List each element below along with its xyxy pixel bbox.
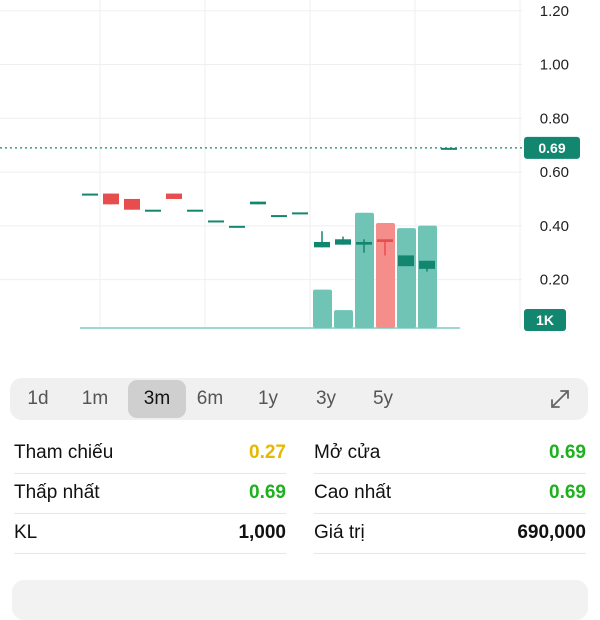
value-value: 690,000 bbox=[517, 522, 586, 543]
y-tick-label: 0.40 bbox=[540, 218, 569, 235]
candle-body bbox=[124, 198, 140, 210]
stat-row-value: Giá trị 690,000 bbox=[314, 513, 586, 554]
price-chart[interactable]: 1.20 1.00 0.80 0.60 0.40 0.20 3 10 17 24 0.69 1K bbox=[0, 0, 600, 345]
candle-body bbox=[335, 239, 351, 245]
stat-row-high: Cao nhất 0.69 bbox=[314, 473, 586, 514]
stat-row-volume: KL 1,000 bbox=[14, 513, 286, 554]
candle-body bbox=[229, 225, 245, 228]
stat-row-open: Mở cửa 0.69 bbox=[314, 433, 586, 474]
price-badge-text: 0.69 bbox=[538, 140, 565, 156]
bottom-card bbox=[12, 580, 588, 620]
y-tick-label: 0.60 bbox=[540, 164, 569, 181]
volume-label: KL bbox=[14, 522, 38, 543]
low-label: Thấp nhất bbox=[14, 482, 100, 503]
expand-icon[interactable] bbox=[548, 387, 572, 411]
tab-1d[interactable]: 1d bbox=[9, 380, 67, 418]
open-label: Mở cửa bbox=[314, 442, 381, 463]
volume-bar bbox=[313, 289, 332, 328]
volume-bar bbox=[355, 212, 374, 328]
stat-row-low: Thấp nhất 0.69 bbox=[14, 473, 286, 514]
x-tick-label: 24 bbox=[398, 342, 415, 345]
timeframe-selector: 1d 1m 3m 6m 1y 3y 5y bbox=[10, 378, 588, 420]
candle-body bbox=[250, 201, 266, 205]
candle-body bbox=[166, 193, 182, 199]
open-value: 0.69 bbox=[549, 442, 586, 463]
tab-6m[interactable]: 6m bbox=[181, 380, 239, 418]
candle-body bbox=[271, 215, 287, 218]
tab-3y[interactable]: 3y bbox=[297, 380, 355, 418]
tab-1y[interactable]: 1y bbox=[239, 380, 297, 418]
candle-body bbox=[356, 241, 372, 245]
x-tick-label: 17 bbox=[293, 342, 310, 345]
high-value: 0.69 bbox=[549, 482, 586, 503]
candle-body bbox=[398, 255, 414, 267]
low-value: 0.69 bbox=[249, 482, 286, 503]
price-badge: 0.69 bbox=[524, 136, 580, 159]
y-tick-label: 0.80 bbox=[540, 110, 569, 127]
x-axis-labels: 3 10 17 24 bbox=[87, 342, 415, 345]
candle-body bbox=[82, 193, 98, 196]
reference-label: Tham chiếu bbox=[14, 442, 114, 463]
y-tick-label: 1.20 bbox=[540, 3, 569, 20]
y-tick-label: 0.20 bbox=[540, 272, 569, 289]
volume-bar bbox=[376, 223, 395, 328]
candle-body bbox=[208, 220, 224, 223]
volume-bar bbox=[334, 310, 353, 328]
stat-row-reference: Tham chiếu 0.27 bbox=[14, 433, 286, 474]
volume-bars bbox=[80, 212, 460, 329]
tab-1m[interactable]: 1m bbox=[66, 380, 124, 418]
volume-badge: 1K bbox=[524, 309, 566, 331]
candle-body bbox=[103, 193, 119, 205]
volume-bar bbox=[397, 228, 416, 328]
value-label: Giá trị bbox=[314, 522, 365, 543]
candle-body bbox=[145, 209, 161, 212]
tab-5y[interactable]: 5y bbox=[354, 380, 412, 418]
chart-grid bbox=[0, 0, 522, 328]
candle-body bbox=[419, 260, 435, 269]
y-tick-label: 1.00 bbox=[540, 57, 569, 74]
volume-badge-text: 1K bbox=[536, 312, 554, 328]
x-tick-label: 3 bbox=[87, 342, 95, 345]
tab-3m[interactable]: 3m bbox=[128, 380, 186, 418]
reference-value: 0.27 bbox=[249, 442, 286, 463]
candle-body bbox=[441, 147, 457, 150]
high-label: Cao nhất bbox=[314, 482, 392, 503]
candle-body bbox=[292, 212, 308, 215]
candle-body bbox=[187, 209, 203, 212]
x-tick-label: 10 bbox=[188, 342, 205, 345]
volume-value: 1,000 bbox=[238, 522, 286, 543]
volume-bar bbox=[418, 225, 437, 328]
candle-body bbox=[377, 239, 393, 242]
candle-body bbox=[314, 241, 330, 248]
